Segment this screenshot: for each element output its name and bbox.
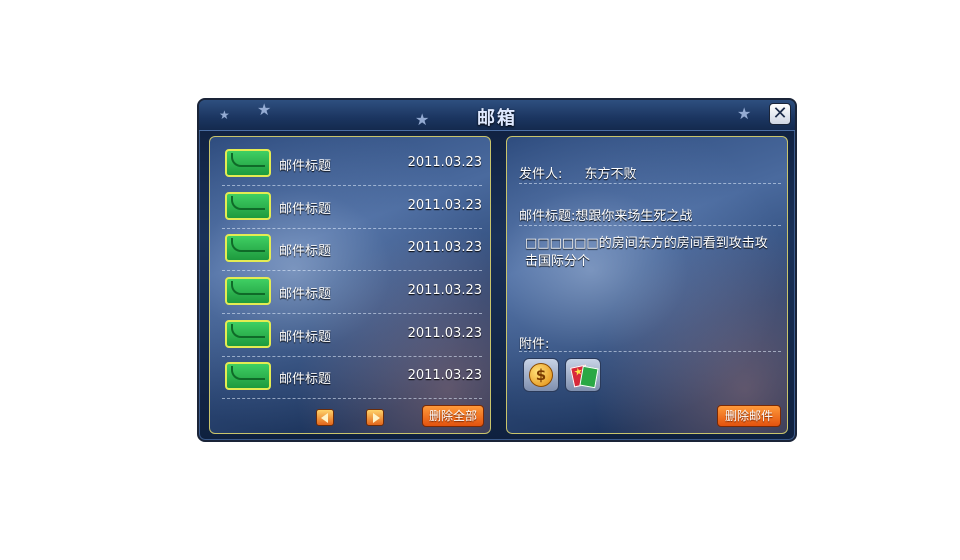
divider [519,351,781,352]
mail-list-item[interactable]: 邮件标题 2011.03.23 [222,356,482,399]
close-icon[interactable]: ✕ [769,103,791,125]
mail-date: 2011.03.23 [407,240,482,255]
mail-list-item[interactable]: 邮件标题 2011.03.23 [222,186,482,229]
mail-detail-panel: 发件人: 东方不败 邮件标题:想跟你来场生死之战 □□□□□□的房间东方的房间看… [506,136,788,434]
mail-body: □□□□□□的房间东方的房间看到攻击攻击国际分个 [525,236,768,269]
mail-subject: 邮件标题 [279,202,332,217]
mail-date: 2011.03.23 [407,155,482,170]
mail-list-item[interactable]: 邮件标题 2011.03.23 [222,228,482,271]
mail-subject: 邮件标题 [279,287,332,302]
envelope-icon [225,234,271,262]
gold-coin-icon: $ [529,363,553,387]
mail-date: 2011.03.23 [407,198,482,213]
sender-row: 发件人: 东方不败 [519,163,781,182]
subject-row: 邮件标题:想跟你来场生死之战 [519,205,781,224]
mail-date: 2011.03.23 [407,283,482,298]
attachment-slot[interactable]: $ [523,358,559,392]
mail-date: 2011.03.23 [407,326,482,341]
divider [519,183,781,184]
title-bar: ★ ★ ★ ★ 邮箱 ✕ [199,100,795,131]
envelope-icon [225,362,271,390]
arrow-right-icon[interactable] [366,409,384,426]
sender-label: 发件人: [519,167,563,182]
arrow-left-icon[interactable] [316,409,334,426]
card-pack-icon: ★ [570,364,599,389]
delete-mail-button[interactable]: 删除邮件 [717,405,781,427]
envelope-icon [225,192,271,220]
mail-list-item[interactable]: 邮件标题 2011.03.23 [222,314,482,357]
envelope-icon [225,149,271,177]
window-title: 邮箱 [477,108,517,129]
mail-list-item[interactable]: 邮件标题 2011.03.23 [222,143,482,186]
envelope-icon [225,320,271,348]
delete-all-button[interactable]: 删除全部 [422,405,484,427]
divider [519,225,781,226]
mail-list-panel: 邮件标题 2011.03.23 邮件标题 2011.03.23 邮件标题 201… [209,136,491,434]
envelope-icon [225,277,271,305]
mail-subject: 邮件标题 [279,244,332,259]
mail-date: 2011.03.23 [407,368,482,383]
mailbox-window: ★ ★ ★ ★ 邮箱 ✕ 邮件标题 2011.03.23 邮件标题 2011.0… [197,98,797,442]
attachment-slot[interactable]: ★ [565,358,601,392]
mail-subject: 邮件标题 [279,159,332,174]
subject-label: 邮件标题: [519,209,576,224]
sender-value: 东方不败 [584,167,637,182]
mail-list-item[interactable]: 邮件标题 2011.03.23 [222,271,482,314]
attachments-label: 附件: [519,337,550,352]
mail-subject: 邮件标题 [279,372,332,387]
subject-value: 想跟你来场生死之战 [575,209,693,224]
mail-subject: 邮件标题 [279,330,332,345]
